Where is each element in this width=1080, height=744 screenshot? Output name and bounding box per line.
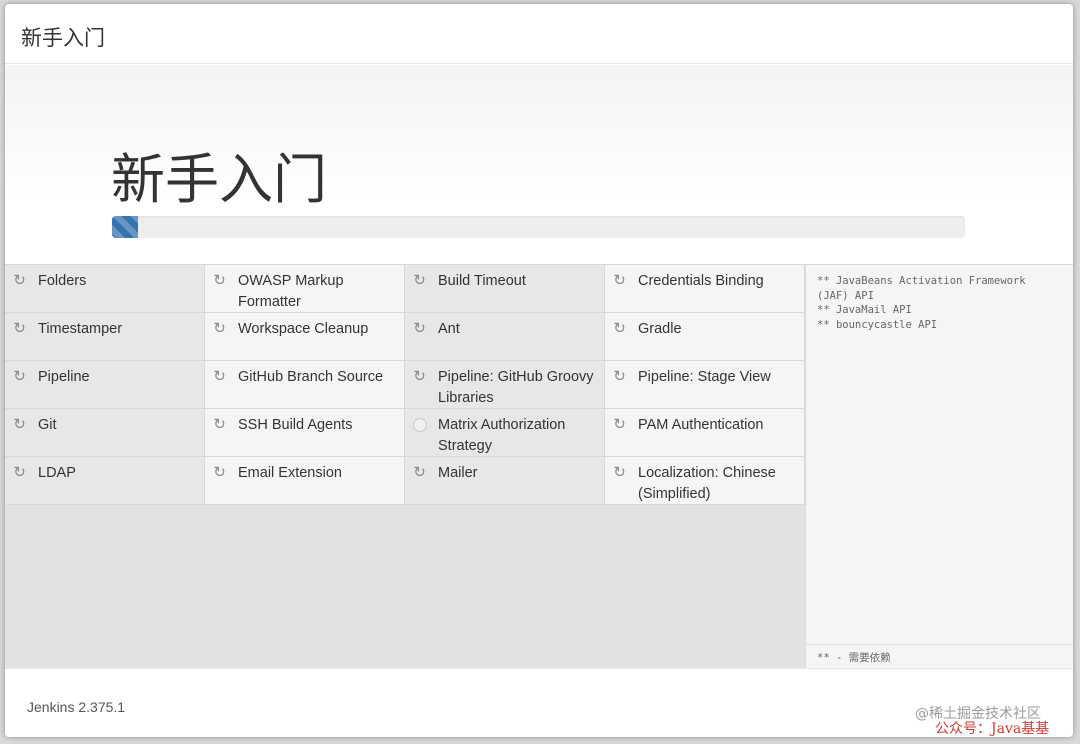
plugin-item: ↻ Pipeline: GitHub Groovy Libraries [405,361,605,409]
plugin-name: Git [38,417,57,433]
refresh-icon: ↻ [13,320,26,337]
plugin-name: Mailer [438,465,478,481]
refresh-icon: ↻ [613,272,626,289]
install-log-text: ** JavaBeans Activation Framework (JAF) … [817,275,1026,331]
hero-banner: 新手入门 [5,65,1073,265]
refresh-icon: ↻ [13,464,26,481]
plugin-item: ↻ GitHub Branch Source [205,361,405,409]
plugin-list-area: ↻ Folders ↻ OWASP Markup Formatter ↻ Build Ti… [5,265,805,668]
plugin-name: Build Timeout [438,273,526,289]
install-log-panel[interactable]: ** JavaBeans Activation Framework (JAF) … [805,265,1073,668]
refresh-icon: ↻ [13,272,26,289]
plugin-name: Pipeline: GitHub Groovy Libraries [438,369,594,406]
plugin-item: ↻ Ant [405,313,605,361]
pending-icon [413,418,427,432]
plugin-item: ↻ Localization: Chinese (Simplified) [605,457,805,505]
refresh-icon: ↻ [413,272,426,289]
plugin-name: Gradle [638,321,682,337]
plugin-grid: ↻ Folders ↻ OWASP Markup Formatter ↻ Build Ti… [5,265,805,505]
plugin-item: ↻ PAM Authentication [605,409,805,457]
plugin-name: Matrix Authorization Strategy [438,417,566,454]
plugin-name: Pipeline [38,369,90,385]
plugin-name: SSH Build Agents [238,417,353,433]
install-log-footer: ** - 需要依赖 [806,644,1073,668]
refresh-icon: ↻ [213,368,226,385]
refresh-icon: ↻ [613,464,626,481]
setup-dialog: 新手入门 新手入门 ↻ Folders ↻ OWASP Markup Formatte… [5,4,1073,737]
refresh-icon: ↻ [213,272,226,289]
refresh-icon: ↻ [613,320,626,337]
plugin-item: ↻ Git [5,409,205,457]
plugin-name: PAM Authentication [638,417,764,433]
refresh-icon: ↻ [213,416,226,433]
plugin-item: ↻ Timestamper [5,313,205,361]
plugin-item: ↻ SSH Build Agents [205,409,405,457]
jenkins-version: Jenkins 2.375.1 [27,699,126,715]
watermark-account: 公众号：Java基基 [935,721,1050,737]
hero-title: 新手入门 [111,148,327,211]
plugin-name: Workspace Cleanup [238,321,369,337]
plugin-item: ↻ Workspace Cleanup [205,313,405,361]
plugin-name: OWASP Markup Formatter [238,273,344,310]
plugin-name: Pipeline: Stage View [638,369,771,385]
refresh-icon: ↻ [613,368,626,385]
plugin-name: Ant [438,321,460,337]
plugin-item: ↻ Folders [5,265,205,313]
plugin-name: GitHub Branch Source [238,369,384,385]
plugin-item: ↻ Mailer [405,457,605,505]
plugin-item: ↻ LDAP [5,457,205,505]
plugin-name: Localization: Chinese (Simplified) [638,465,776,502]
plugin-name: Folders [38,273,87,289]
plugin-name: Timestamper [38,321,123,337]
plugin-name: LDAP [38,465,76,481]
install-progress-fill [112,216,138,238]
refresh-icon: ↻ [413,368,426,385]
plugin-name: Credentials Binding [638,273,764,289]
refresh-icon: ↻ [13,368,26,385]
refresh-icon: ↻ [413,320,426,337]
plugin-item: Matrix Authorization Strategy [405,409,605,457]
refresh-icon: ↻ [413,464,426,481]
refresh-icon: ↻ [613,416,626,433]
plugin-item: ↻ Credentials Binding [605,265,805,313]
plugin-item: ↻ Email Extension [205,457,405,505]
install-progress-bar [112,216,965,238]
refresh-icon: ↻ [13,416,26,433]
refresh-icon: ↻ [213,320,226,337]
plugin-item: ↻ Pipeline [5,361,205,409]
dialog-header-title: 新手入门 [5,4,1073,64]
plugin-item: ↻ Build Timeout [405,265,605,313]
plugin-item: ↻ Pipeline: Stage View [605,361,805,409]
plugin-name: Email Extension [238,465,342,481]
plugin-item: ↻ OWASP Markup Formatter [205,265,405,313]
dialog-footer: Jenkins 2.375.1 [5,668,1073,737]
plugin-item: ↻ Gradle [605,313,805,361]
refresh-icon: ↻ [213,464,226,481]
